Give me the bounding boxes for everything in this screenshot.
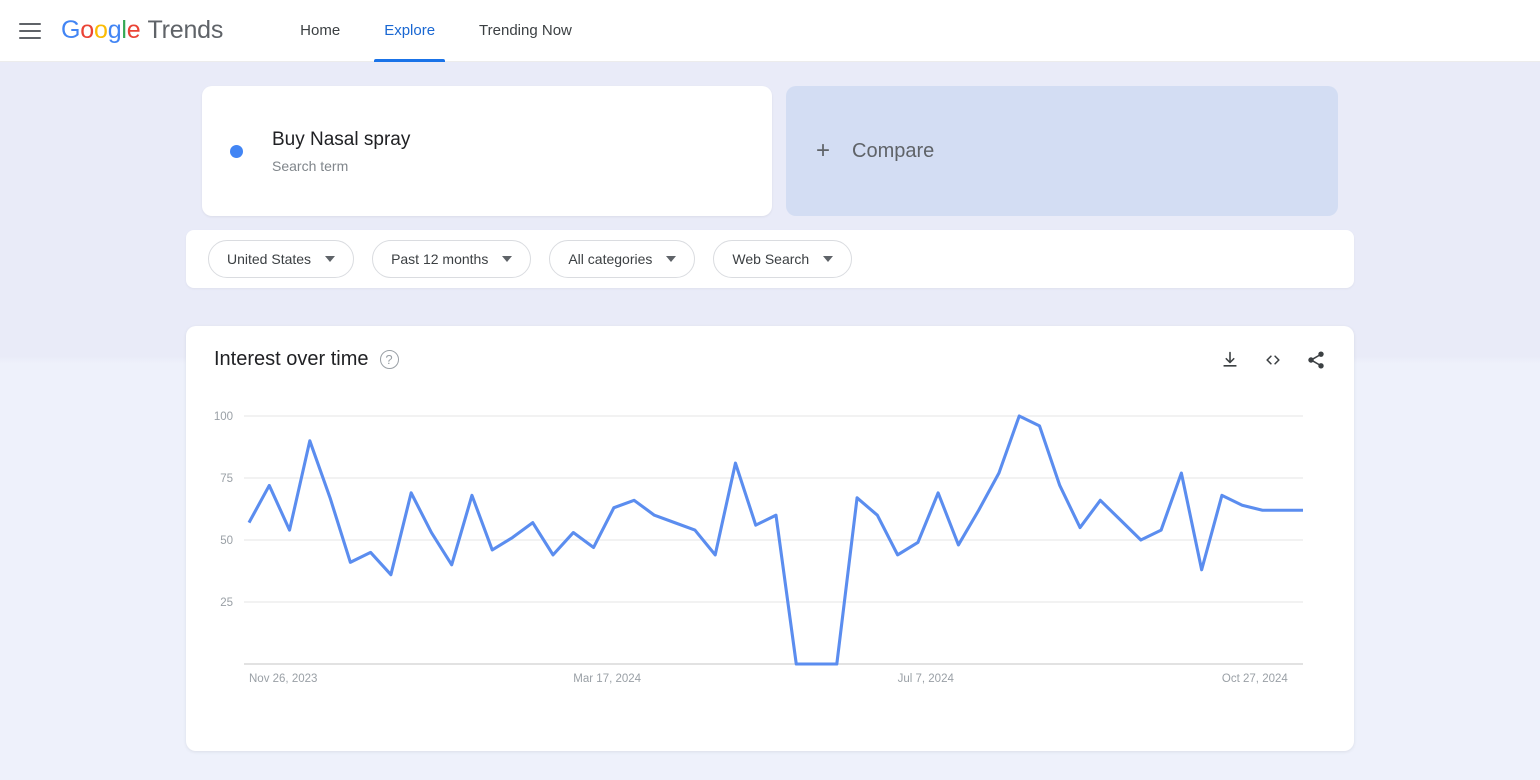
- google-wordmark: Google: [61, 16, 141, 44]
- nav-item-home[interactable]: Home: [290, 0, 350, 62]
- search-term-title: Buy Nasal spray: [272, 129, 411, 150]
- chart-title: Interest over time: [214, 348, 369, 370]
- search-term-subtitle: Search term: [272, 158, 349, 174]
- plus-icon: +: [816, 137, 831, 164]
- nav-item-explore[interactable]: Explore: [374, 0, 445, 62]
- filter-location[interactable]: United States: [208, 240, 355, 278]
- filter-category[interactable]: All categories: [549, 240, 696, 278]
- x-axis-tick-label: Mar 17, 2024: [573, 673, 641, 685]
- filter-bar: United States Past 12 months All categor…: [186, 230, 1354, 288]
- chevron-down-icon: [666, 256, 677, 262]
- product-name: Trends: [147, 16, 224, 44]
- y-axis-tick-label: 25: [220, 597, 233, 609]
- filter-timerange-label: Past 12 months: [391, 251, 489, 267]
- embed-code-icon[interactable]: [1262, 350, 1284, 370]
- filter-location-label: United States: [227, 251, 312, 267]
- chevron-down-icon: [502, 256, 513, 262]
- query-row: Buy Nasal spray Search term + Compare: [186, 62, 1354, 216]
- chart-header: Interest over time ?: [214, 348, 1326, 371]
- nav-item-trending-now[interactable]: Trending Now: [469, 0, 582, 62]
- download-icon[interactable]: [1220, 350, 1240, 370]
- y-axis-tick-label: 100: [214, 411, 233, 423]
- share-icon[interactable]: [1306, 350, 1326, 370]
- y-axis-tick-label: 50: [220, 535, 233, 547]
- chart-actions: [1220, 350, 1326, 370]
- interest-over-time-card: Interest over time ? 25 50 75 100 Nov 26…: [186, 326, 1354, 751]
- chevron-down-icon: [325, 256, 336, 262]
- chevron-down-icon: [823, 256, 834, 262]
- top-navigation-bar: Google Trends Home Explore Trending Now: [0, 0, 1540, 62]
- chart-plot-area[interactable]: 25 50 75 100 Nov 26, 2023 Mar 17, 2024 Jul 7, …: [186, 401, 1354, 741]
- hamburger-menu-icon[interactable]: [19, 22, 41, 39]
- interest-over-time-line-chart: 25 50 75 100 Nov 26, 2023 Mar 17, 2024 Jul 7, …: [214, 411, 1303, 685]
- compare-button[interactable]: + Compare: [786, 86, 1338, 216]
- filter-search-type[interactable]: Web Search: [713, 240, 853, 278]
- search-term-card[interactable]: Buy Nasal spray Search term: [202, 86, 772, 216]
- y-axis-tick-label: 75: [220, 473, 233, 485]
- series-color-dot: [230, 144, 243, 158]
- compare-label: Compare: [852, 139, 935, 162]
- x-axis-tick-label: Jul 7, 2024: [898, 673, 955, 685]
- help-icon[interactable]: ?: [379, 350, 399, 369]
- filter-timerange[interactable]: Past 12 months: [372, 240, 532, 278]
- google-trends-logo[interactable]: Google Trends: [61, 16, 223, 45]
- filter-search-type-label: Web Search: [732, 251, 810, 267]
- filter-category-label: All categories: [568, 251, 653, 267]
- explore-page: Buy Nasal spray Search term + Compare Un…: [0, 62, 1540, 780]
- x-axis-tick-label: Nov 26, 2023: [249, 673, 317, 685]
- x-axis-tick-label: Oct 27, 2024: [1222, 673, 1288, 685]
- primary-nav: Home Explore Trending Now: [278, 0, 594, 62]
